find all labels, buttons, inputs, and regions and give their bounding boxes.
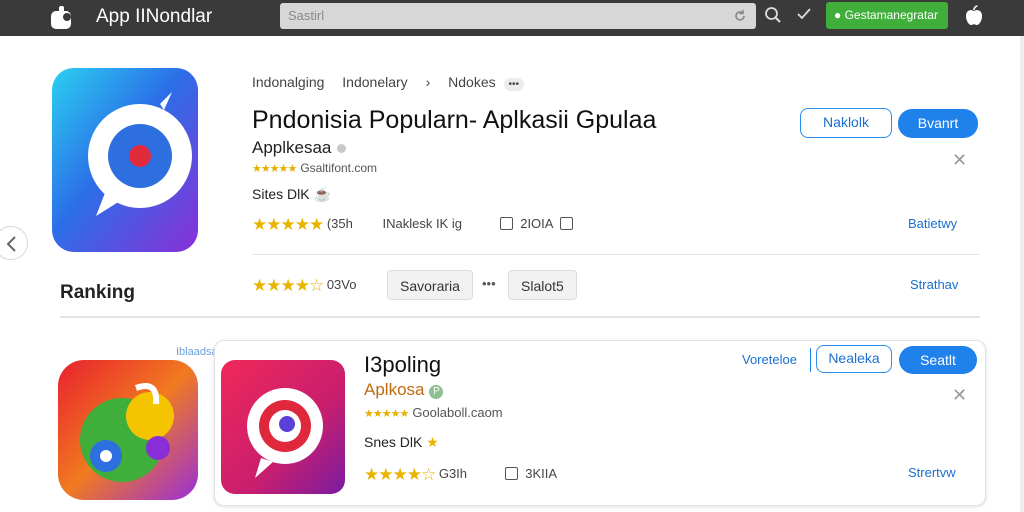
apple-logo-icon[interactable]	[48, 5, 74, 31]
play-icon	[504, 467, 518, 480]
breadcrumb-badge: •••	[503, 78, 525, 91]
rating-count: (35h	[326, 216, 353, 231]
search-input[interactable]: Sastirl	[280, 3, 756, 29]
outline-button[interactable]: Naklolk	[800, 108, 892, 138]
size-label: Sites DlK	[252, 186, 310, 202]
apple-icon[interactable]	[962, 4, 986, 28]
breadcrumb: Indonalging Indonelary › Ndokes •••	[252, 74, 538, 91]
star-rating-icon: ★★★★☆	[252, 276, 324, 295]
chip-slalot[interactable]: Slalot5	[508, 270, 577, 300]
app-size: Sites DlK ☕	[252, 186, 331, 203]
card-stat-value: 3KIIA	[525, 466, 558, 481]
chevron-right-icon: ›	[425, 74, 431, 90]
close-icon[interactable]: ✕	[952, 385, 967, 406]
card-app-icon[interactable]	[221, 360, 345, 494]
featured-app-icon[interactable]	[52, 68, 198, 252]
small-rating-text: Gsaltifont.com	[300, 161, 378, 175]
star-rating-icon: ★★★★★	[252, 163, 297, 175]
section-divider	[60, 316, 980, 318]
card-outline-button[interactable]: Nealeka	[816, 345, 892, 373]
pin-icon: ●	[834, 8, 842, 22]
back-button[interactable]	[0, 226, 28, 260]
close-icon[interactable]: ✕	[952, 150, 967, 171]
card-stats-row: ★★★★☆ G3Ih 3KIIA	[364, 465, 557, 485]
small-rating: ★★★★★ Gsaltifont.com	[252, 161, 377, 175]
link-strertvw[interactable]: Strertvw	[908, 465, 956, 480]
card-primary-button[interactable]: Seatlt	[899, 346, 977, 374]
vertical-separator	[810, 348, 811, 372]
breadcrumb-item[interactable]: Indonalging	[252, 74, 324, 90]
developer-name[interactable]: Applkesaa	[252, 138, 347, 158]
ranking-rating: ★★★★☆ 03Vo	[252, 276, 356, 296]
verified-icon	[337, 144, 347, 154]
star-rating-icon: ★★★★★	[252, 215, 324, 234]
green-action-button[interactable]: ● Gestamanegratar	[826, 2, 948, 29]
card-small-rating-text: Goolaboll.caom	[412, 405, 503, 420]
breadcrumb-item[interactable]: Ndokes	[448, 74, 495, 90]
link-batietwy[interactable]: Batietwy	[908, 216, 957, 231]
card-size-label: Snes DlK	[364, 434, 423, 450]
star-icon: ★	[426, 434, 439, 450]
app-title: App IINondlar	[96, 6, 213, 27]
card-size: Snes DlK ★	[364, 434, 439, 451]
card-developer-label: Aplkosa	[364, 380, 425, 399]
star-rating-icon: ★★★★☆	[364, 465, 436, 484]
play-icon	[499, 217, 513, 230]
card-rating-count: G3Ih	[438, 466, 468, 481]
breadcrumb-item[interactable]: Indonelary	[342, 74, 407, 90]
chevron-left-icon	[6, 236, 16, 252]
chip-savoraria[interactable]: Savoraria	[387, 270, 473, 300]
rating-count: 03Vo	[326, 277, 357, 292]
cup-icon: ☕	[313, 186, 331, 202]
developer-label: Applkesaa	[252, 138, 332, 157]
top-bar: App IINondlar Sastirl ● Gestamanegratar	[0, 0, 1024, 36]
green-button-label: Gestamanegratar	[844, 8, 938, 22]
refresh-icon[interactable]	[732, 8, 748, 24]
divider	[252, 254, 980, 255]
star-rating-icon: ★★★★★	[364, 408, 409, 420]
page-title: Pndonisia Popularn- Aplkasii Gpulaa	[252, 106, 657, 134]
badge-icon: P	[429, 385, 444, 399]
card-title: I3poling	[364, 352, 442, 377]
scrollbar[interactable]	[1020, 36, 1024, 512]
primary-button[interactable]: Bvanrt	[898, 109, 978, 138]
ranking-label: Ranking	[60, 282, 135, 303]
book-icon	[560, 217, 574, 230]
search-icon[interactable]	[764, 6, 782, 24]
card-small-rating: ★★★★★ Goolaboll.caom	[364, 405, 503, 420]
check-icon[interactable]	[796, 6, 812, 22]
downloads-text: INaklesk IK ig	[382, 216, 462, 231]
card-developer[interactable]: Aplkosa P	[364, 380, 444, 400]
stat-value: 2IOIA	[520, 216, 553, 231]
search-placeholder: Sastirl	[288, 8, 325, 23]
stats-row: ★★★★★ (35h INaklesk IK ig 2IOIA	[252, 215, 577, 235]
link-strathav[interactable]: Strathav	[910, 277, 958, 292]
link-voreteloe[interactable]: Voreteloe	[742, 352, 797, 367]
paint-app-icon[interactable]	[58, 360, 198, 500]
more-icon[interactable]: •••	[482, 276, 496, 291]
